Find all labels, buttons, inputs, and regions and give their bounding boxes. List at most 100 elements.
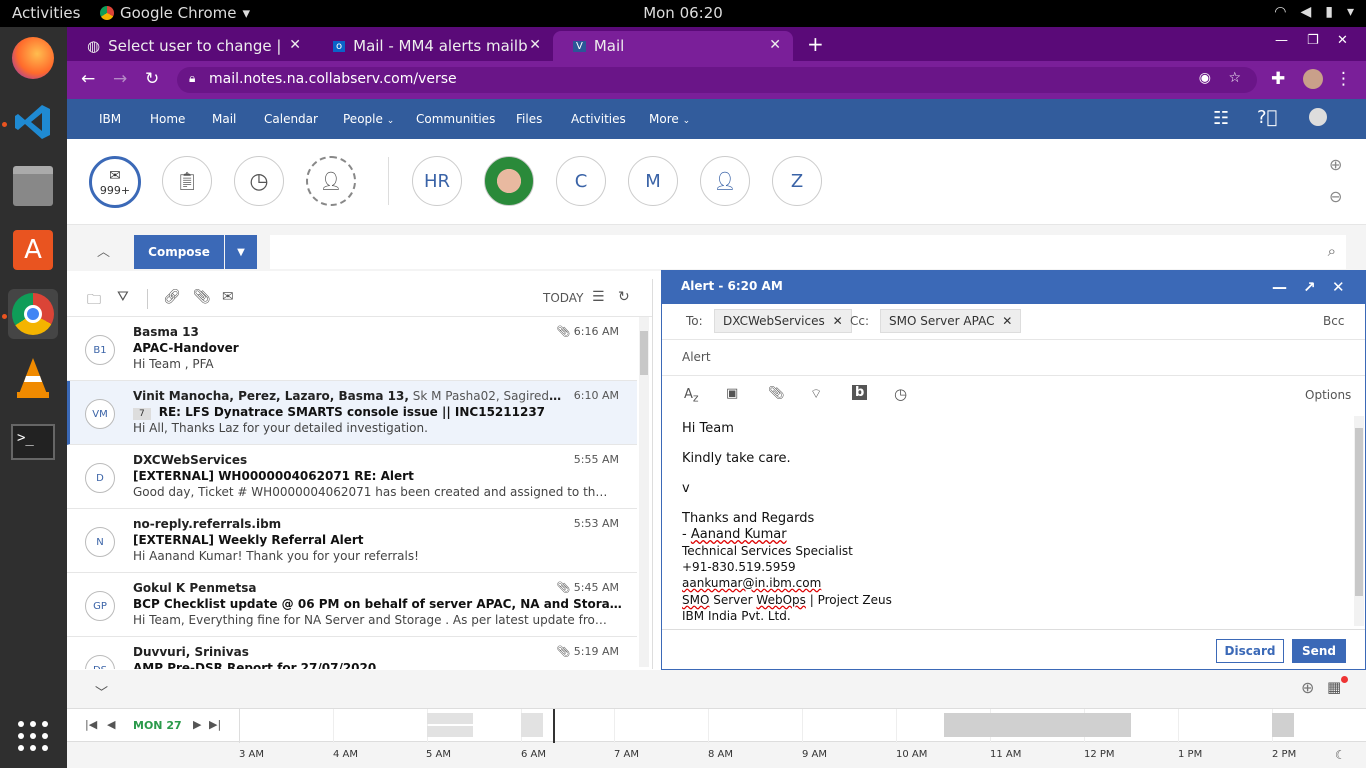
vlc-icon[interactable] <box>8 353 58 403</box>
collapse-icon[interactable]: ︿ <box>97 241 110 260</box>
back-icon[interactable]: ← <box>81 69 95 89</box>
last-icon[interactable]: ▶| <box>209 718 221 731</box>
person-bubble-generic[interactable]: 👤︎ <box>700 156 750 206</box>
folder-icon[interactable]: 🗀 <box>87 289 101 313</box>
nav-files[interactable]: Files <box>516 112 542 126</box>
next-icon[interactable]: ▶ <box>193 718 201 731</box>
mail-item[interactable]: B1 Basma 13 📎︎ 6:16 AM APAC-Handover Hi … <box>67 317 637 381</box>
extensions-icon[interactable]: ✚ <box>1271 69 1285 89</box>
minimize-window-button[interactable]: — <box>1275 33 1288 48</box>
calendar-grid-icon[interactable]: ▦ <box>1327 678 1341 696</box>
nav-mail[interactable]: Mail <box>212 112 236 126</box>
waiting-bubble[interactable]: ◷ <box>234 156 284 206</box>
profile-avatar[interactable] <box>1303 69 1323 89</box>
person-bubble-z[interactable]: Z <box>772 156 822 206</box>
first-icon[interactable]: |◀ <box>85 718 97 731</box>
nav-communities[interactable]: Communities <box>416 112 495 126</box>
file-cabinet-icon[interactable] <box>8 161 58 211</box>
nav-activities[interactable]: Activities <box>571 112 626 126</box>
close-icon[interactable]: ✕ <box>529 37 541 53</box>
remove-icon[interactable]: ✕ <box>1002 314 1012 328</box>
close-icon[interactable]: ✕ <box>1332 278 1345 296</box>
maximize-window-button[interactable]: ❐ <box>1307 33 1319 48</box>
app-grid-icon[interactable] <box>8 711 58 761</box>
system-tray[interactable]: ◠ ◀ ▮ ▾ <box>1274 4 1354 20</box>
discard-button[interactable]: Discard <box>1216 639 1284 663</box>
nav-more[interactable]: More ⌄ <box>649 112 690 126</box>
help-icon[interactable]: ?⃝ <box>1257 107 1277 128</box>
to-recipient-chip[interactable]: DXCWebServices ✕ <box>714 309 852 333</box>
add-person-bubble[interactable]: 👤︎ <box>306 156 356 206</box>
eye-icon[interactable]: ◉ <box>1199 70 1211 86</box>
today-label[interactable]: TODAY <box>543 291 583 305</box>
pop-out-icon[interactable]: ↗ <box>1303 278 1316 296</box>
chrome-dock-icon[interactable] <box>8 289 58 339</box>
zoom-out-icon[interactable]: ⊖ <box>1329 187 1342 206</box>
calendar-event[interactable] <box>1272 713 1294 737</box>
terminal-icon[interactable]: >_ <box>8 417 58 467</box>
calendar-event[interactable] <box>944 713 1131 737</box>
minimize-icon[interactable]: — <box>1272 278 1287 296</box>
inbox-bubble[interactable]: ✉ 999+ <box>89 156 141 208</box>
text-format-icon[interactable]: Az <box>684 387 699 405</box>
mail-item[interactable]: D DXCWebServices 5:55 AM [EXTERNAL] WH00… <box>67 445 637 509</box>
send-button[interactable]: Send <box>1292 639 1346 663</box>
tab-django-admin[interactable]: ◍ Select user to change | Dja ✕ <box>67 31 313 61</box>
forward-icon[interactable]: → <box>113 69 127 89</box>
link-icon[interactable]: ⌔ <box>810 386 822 402</box>
calendar-event[interactable] <box>521 713 543 737</box>
firefox-icon[interactable] <box>8 33 58 83</box>
close-icon[interactable]: ✕ <box>289 37 301 53</box>
clock-icon[interactable]: ◷ <box>894 385 907 403</box>
subject-field[interactable]: Alert <box>682 350 711 364</box>
nav-home[interactable]: Home <box>150 112 185 126</box>
tab-mm4-mailbox[interactable]: o Mail - MM4 alerts mailbox ✕ <box>313 31 553 61</box>
options-button[interactable]: Options <box>1305 388 1351 402</box>
mail-item[interactable]: GP Gokul K Penmetsa 📎︎ 5:45 AM BCP Check… <box>67 573 637 637</box>
prev-icon[interactable]: ◀ <box>107 718 115 731</box>
envelope-icon[interactable]: ✉ <box>222 289 234 305</box>
calendar-event[interactable] <box>427 713 473 724</box>
user-avatar[interactable] <box>1309 108 1327 126</box>
compose-button[interactable]: Compose <box>134 235 224 269</box>
close-icon[interactable]: ✕ <box>769 37 781 53</box>
nav-ibm[interactable]: IBM <box>99 112 121 126</box>
tab-mail[interactable]: V Mail ✕ <box>553 31 793 61</box>
attachment-icon[interactable]: 📎︎ <box>768 386 785 401</box>
app-menu[interactable]: Google Chrome ▾ <box>100 4 250 22</box>
body-scrollbar[interactable] <box>1354 416 1364 626</box>
search-icon[interactable]: ⌕ <box>1328 242 1336 260</box>
url-field[interactable]: 🔒︎ mail.notes.na.collabserv.com/verse ◉ … <box>177 67 1257 93</box>
activities-button[interactable]: Activities <box>12 4 80 22</box>
mail-list-scrollbar[interactable] <box>639 317 649 667</box>
cc-recipient-chip[interactable]: SMO Server APAC ✕ <box>880 309 1022 333</box>
todo-bubble[interactable]: 📋︎ <box>162 156 212 206</box>
nav-people[interactable]: People ⌄ <box>343 112 394 126</box>
new-tab-button[interactable]: + <box>807 32 824 56</box>
add-event-icon[interactable]: ⊕ <box>1301 678 1314 697</box>
calendar-event[interactable] <box>427 726 473 737</box>
mail-item[interactable]: N no-reply.referrals.ibm 5:53 AM [EXTERN… <box>67 509 637 573</box>
link-icon[interactable]: 🔗︎ <box>163 289 181 305</box>
kebab-menu-icon[interactable]: ⋮ <box>1335 69 1352 89</box>
message-body[interactable]: Hi Team Kindly take care. v Thanks and R… <box>682 421 892 624</box>
mail-item[interactable]: VM Vinit Manocha, Perez, Lazaro, Basma 1… <box>67 381 637 445</box>
close-window-button[interactable]: ✕ <box>1337 33 1348 48</box>
sort-icon[interactable]: ☰ <box>592 289 605 305</box>
chevron-down-icon[interactable]: ﹀ <box>95 682 108 701</box>
scrollbar-thumb[interactable] <box>1355 428 1363 596</box>
filter-icon[interactable]: ⛛ <box>117 289 129 305</box>
search-input[interactable]: ⌕ <box>270 235 1346 269</box>
person-bubble-photo[interactable] <box>484 156 534 206</box>
image-icon[interactable]: ▣ <box>726 386 738 401</box>
subject-row[interactable]: Alert <box>662 340 1365 376</box>
remove-icon[interactable]: ✕ <box>833 314 843 328</box>
person-bubble-hr[interactable]: HR <box>412 156 462 206</box>
refresh-icon[interactable]: ↻ <box>618 289 630 305</box>
person-bubble-m[interactable]: M <box>628 156 678 206</box>
nav-calendar[interactable]: Calendar <box>264 112 318 126</box>
person-bubble-c[interactable]: C <box>556 156 606 206</box>
reload-icon[interactable]: ↻ <box>145 69 159 89</box>
mail-item[interactable]: DS Duvvuri, Srinivas 📎︎ 5:19 AM AMP Pre-… <box>67 637 637 669</box>
vscode-icon[interactable] <box>8 97 58 147</box>
